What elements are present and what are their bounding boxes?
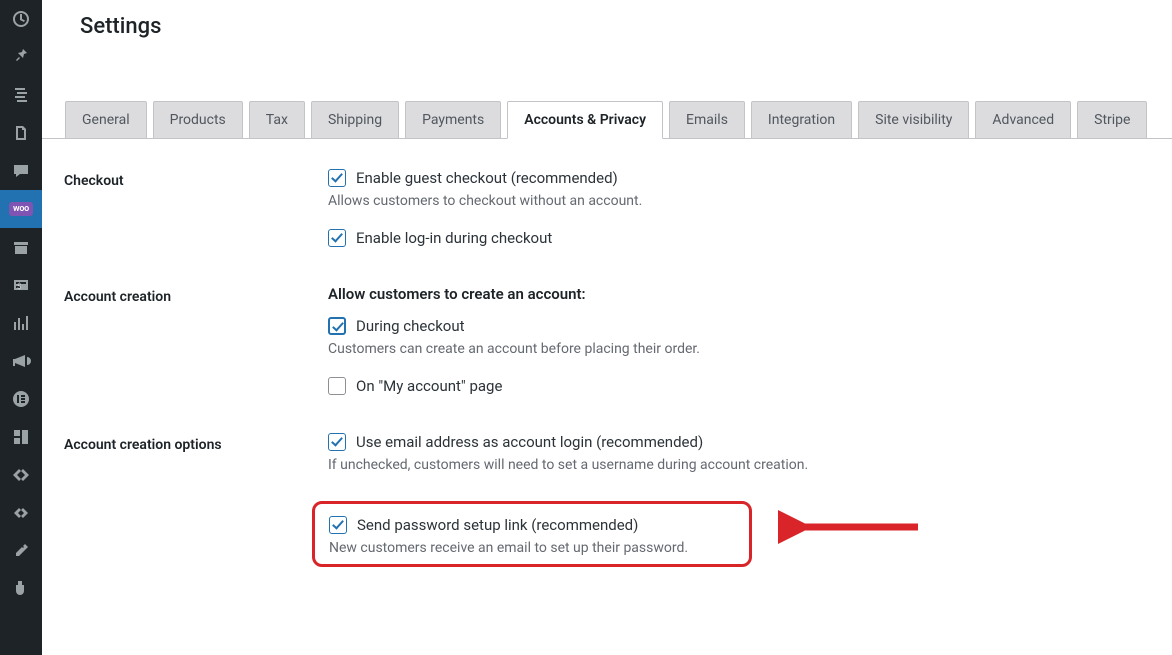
settings-body: Checkout Enable guest checkout (recommen… xyxy=(42,139,1172,619)
marketing-icon[interactable] xyxy=(0,342,42,380)
tab-general[interactable]: General xyxy=(65,101,147,139)
woo-badge: woo xyxy=(9,202,33,216)
plugin-icon-2[interactable] xyxy=(0,494,42,532)
pin-icon[interactable] xyxy=(0,38,42,76)
checkbox-my-account[interactable] xyxy=(328,377,346,395)
analytics-icon[interactable] xyxy=(0,304,42,342)
tab-integration[interactable]: Integration xyxy=(751,101,852,139)
dashboard-icon[interactable] xyxy=(0,0,42,38)
checkbox-login-checkout[interactable] xyxy=(328,229,346,247)
main-content: Settings General Products Tax Shipping P… xyxy=(42,0,1172,655)
products-icon[interactable] xyxy=(0,228,42,266)
media-icon[interactable] xyxy=(0,76,42,114)
section-account-creation: Account creation Allow customers to crea… xyxy=(64,285,1142,401)
tab-advanced[interactable]: Advanced xyxy=(975,101,1071,139)
desc-email-login: If unchecked, customers will need to set… xyxy=(328,457,1142,473)
tab-emails[interactable]: Emails xyxy=(669,101,745,139)
plugin-icon-1[interactable] xyxy=(0,456,42,494)
plugins-icon[interactable] xyxy=(0,570,42,608)
svg-text:$: $ xyxy=(17,282,22,291)
appearance-icon[interactable] xyxy=(0,532,42,570)
section-account-options: Account creation options Use email addre… xyxy=(64,433,1142,567)
tab-nav: General Products Tax Shipping Payments A… xyxy=(42,101,1172,139)
subhead-allow-create: Allow customers to create an account: xyxy=(328,285,1142,303)
section-label-account-creation: Account creation xyxy=(64,285,328,401)
tab-stripe[interactable]: Stripe xyxy=(1077,101,1147,139)
label-my-account[interactable]: On "My account" page xyxy=(356,377,502,395)
tab-payments[interactable]: Payments xyxy=(405,101,501,139)
checkbox-password-link[interactable] xyxy=(329,516,347,534)
section-checkout: Checkout Enable guest checkout (recommen… xyxy=(64,169,1142,253)
tab-shipping[interactable]: Shipping xyxy=(311,101,399,139)
label-password-link[interactable]: Send password setup link (recommended) xyxy=(357,516,638,534)
payments-icon[interactable]: $ xyxy=(0,266,42,304)
admin-sidebar: woo $ xyxy=(0,0,42,655)
comments-icon[interactable] xyxy=(0,152,42,190)
checkbox-guest-checkout[interactable] xyxy=(328,169,346,187)
woocommerce-icon[interactable]: woo xyxy=(0,190,42,228)
templates-icon[interactable] xyxy=(0,418,42,456)
label-guest-checkout[interactable]: Enable guest checkout (recommended) xyxy=(356,169,618,187)
highlight-callout: Send password setup link (recommended) N… xyxy=(312,501,752,567)
desc-during-checkout: Customers can create an account before p… xyxy=(328,341,1142,357)
section-label-checkout: Checkout xyxy=(64,169,328,253)
tab-products[interactable]: Products xyxy=(153,101,243,139)
checkbox-during-checkout[interactable] xyxy=(328,317,346,335)
pages-icon[interactable] xyxy=(0,114,42,152)
label-login-checkout[interactable]: Enable log-in during checkout xyxy=(356,229,552,247)
elementor-icon[interactable] xyxy=(0,380,42,418)
desc-password-link: New customers receive an email to set up… xyxy=(329,540,735,556)
section-label-account-options: Account creation options xyxy=(64,433,328,567)
annotation-arrow-icon xyxy=(778,507,928,547)
tab-tax[interactable]: Tax xyxy=(249,101,305,139)
desc-guest-checkout: Allows customers to checkout without an … xyxy=(328,193,1142,209)
tab-site-visibility[interactable]: Site visibility xyxy=(858,101,969,139)
checkbox-email-login[interactable] xyxy=(328,433,346,451)
tab-accounts-privacy[interactable]: Accounts & Privacy xyxy=(507,101,663,139)
label-email-login[interactable]: Use email address as account login (reco… xyxy=(356,433,703,451)
page-title: Settings xyxy=(42,0,1172,51)
label-during-checkout[interactable]: During checkout xyxy=(356,317,465,335)
